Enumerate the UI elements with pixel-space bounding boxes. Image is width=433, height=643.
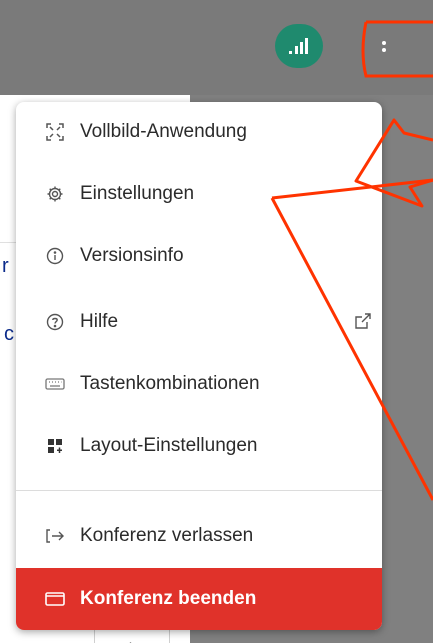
menu-item-label: Layout-Einstellungen [80, 435, 258, 456]
menu-item-keyboard-shortcuts[interactable]: Tastenkombinationen [16, 354, 382, 414]
menu-item-label: Tastenkombinationen [80, 373, 260, 394]
menu-item-label: Konferenz verlassen [80, 525, 254, 546]
menu-item-end-conference[interactable]: Konferenz beenden [16, 568, 382, 630]
menu-item-leave-conference[interactable]: Konferenz verlassen [16, 506, 382, 566]
menu-item-layout-settings[interactable]: Layout-Einstellungen [16, 416, 382, 476]
menu-item-fullscreen[interactable]: Vollbild-Anwendung [16, 102, 382, 162]
external-link-icon [354, 312, 372, 336]
menu-item-settings[interactable]: Einstellungen [16, 164, 382, 224]
gear-icon [44, 183, 66, 205]
leave-icon [44, 525, 66, 547]
signal-bars-icon [289, 38, 308, 54]
app-screen: r c ︿ Vollbild-Anwendung Einstellungen V… [0, 0, 433, 643]
layout-icon [44, 435, 66, 457]
background-text-fragment: c [4, 323, 14, 345]
menu-item-version-info[interactable]: Versionsinfo [16, 226, 382, 286]
menu-item-label: Einstellungen [80, 183, 195, 204]
keyboard-icon [44, 373, 66, 395]
menu-item-label: Konferenz beenden [80, 588, 257, 609]
top-bar [0, 0, 433, 95]
end-meeting-icon [44, 588, 66, 610]
more-vertical-icon [382, 41, 386, 52]
menu-item-label: Hilfe [80, 311, 119, 332]
menu-divider [16, 490, 382, 491]
chevron-up-icon: ︿ [124, 634, 138, 643]
help-icon [44, 311, 66, 333]
menu-item-label: Versionsinfo [80, 245, 184, 266]
menu-item-label: Vollbild-Anwendung [80, 121, 247, 142]
menu-item-help[interactable]: Hilfe [16, 292, 382, 352]
connection-status-button[interactable] [275, 24, 323, 68]
info-icon [44, 245, 66, 267]
fullscreen-icon [44, 121, 66, 143]
background-text-fragment: r [2, 255, 9, 277]
options-menu: Vollbild-Anwendung Einstellungen Version… [16, 102, 382, 630]
more-options-button[interactable] [370, 30, 398, 64]
